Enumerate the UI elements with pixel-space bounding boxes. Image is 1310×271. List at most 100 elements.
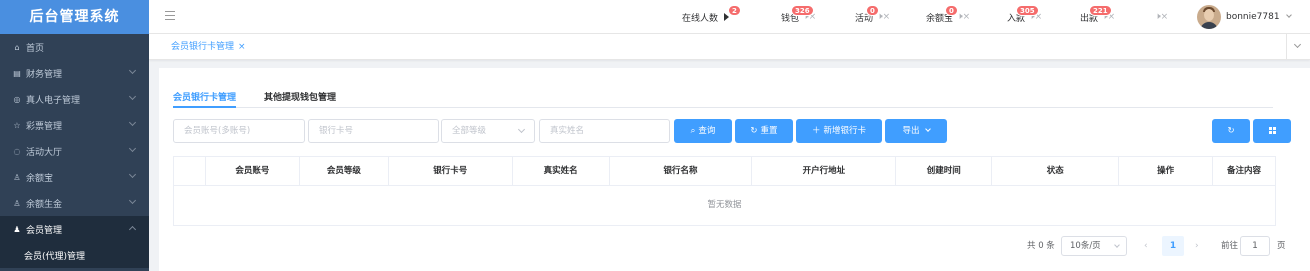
withdraw-notice[interactable]: 出款 🕨× 221: [1080, 0, 1115, 34]
prev-page-icon[interactable]: ‹: [1144, 236, 1148, 256]
refresh-icon: ↻: [750, 126, 758, 136]
page-size-select[interactable]: 10条/页: [1061, 236, 1127, 256]
username[interactable]: bonnie7781: [1226, 12, 1280, 22]
card-number-input[interactable]: 银行卡号: [308, 119, 439, 143]
real-name-input[interactable]: 真实姓名: [539, 119, 670, 143]
search-icon: ⌕: [690, 126, 696, 136]
page-size-value: 10条/页: [1070, 241, 1101, 251]
sidebar-item-yuebao[interactable]: ♙ 余额宝: [0, 164, 149, 190]
bank-card-table: 会员账号 会员等级 银行卡号 真实姓名 银行名称 开户行地址 创建时间 状态 操…: [173, 156, 1276, 226]
column-settings-button[interactable]: [1253, 119, 1291, 143]
goto-page-input[interactable]: 1: [1240, 236, 1270, 256]
sidebar-subitem-member-agent[interactable]: 会员(代理)管理: [0, 242, 149, 268]
column-header[interactable]: 备注内容: [1213, 157, 1275, 185]
notice-badge: 305: [1016, 5, 1039, 16]
select-column: [174, 157, 206, 185]
column-header[interactable]: 银行卡号: [389, 157, 513, 185]
top-navbar: 在线人数 2 钱包 🕨× 326 活动 🕨× 0 余额宝 🕨× 0 入款 🕨× …: [149, 0, 1310, 34]
activity-icon: ◌: [13, 146, 21, 156]
sidebar-item-label: 财务管理: [26, 69, 63, 80]
column-header[interactable]: 会员等级: [300, 157, 389, 185]
tags-view-bar: 会员银行卡管理 ×: [149, 34, 1310, 60]
sidebar-item-balance-gold[interactable]: ♙ 余额生金: [0, 190, 149, 216]
sidebar-item-label: 余额生金: [26, 199, 63, 210]
add-bank-card-button[interactable]: ＋新增银行卡: [796, 119, 882, 143]
sidebar-item-label: 余额宝: [26, 173, 54, 184]
pagination-total: 共 0 条: [1027, 241, 1055, 251]
reset-button[interactable]: ↻ 重置: [735, 119, 793, 143]
refresh-icon: ↻: [1227, 126, 1235, 136]
sidebar-item-activity[interactable]: ◌ 活动大厅: [0, 138, 149, 164]
sidebar-item-finance[interactable]: ▤ 财务管理: [0, 60, 149, 86]
notice-badge: 0: [945, 5, 958, 16]
sidebar-item-label: 活动大厅: [26, 147, 63, 158]
notice-badge: 221: [1089, 5, 1112, 16]
sidebar-item-label: 首页: [26, 43, 45, 54]
chevron-down-icon: [128, 170, 137, 179]
subtab-bank-card[interactable]: 会员银行卡管理: [173, 90, 237, 108]
activity-notice[interactable]: 活动 🕨× 0: [855, 0, 890, 34]
chevron-down-icon: [1114, 242, 1120, 248]
column-header[interactable]: 创建时间: [896, 157, 993, 185]
subtabs: 会员银行卡管理 其他提现钱包管理: [173, 90, 1273, 108]
column-header[interactable]: 操作: [1119, 157, 1214, 185]
column-header[interactable]: 会员账号: [206, 157, 300, 185]
speaker-mute-icon[interactable]: 🕨×: [1155, 12, 1168, 22]
play-icon[interactable]: [724, 13, 730, 21]
sidebar-item-label: 真人电子管理: [26, 95, 81, 106]
chevron-up-icon: [128, 225, 137, 234]
table-header: 会员账号 会员等级 银行卡号 真实姓名 银行名称 开户行地址 创建时间 状态 操…: [174, 157, 1275, 186]
chevron-down-icon[interactable]: [1286, 12, 1292, 18]
online-users-notice[interactable]: 在线人数 2: [682, 0, 741, 34]
sidebar-item-members[interactable]: ♟ 会员管理: [0, 216, 149, 242]
goto-label: 前往: [1221, 241, 1239, 251]
level-select-value: 全部等级: [452, 126, 487, 136]
chevron-down-icon: [128, 196, 137, 205]
member-icon: ♟: [13, 224, 21, 234]
finance-icon: ▤: [13, 68, 21, 78]
tab-label: 会员银行卡管理: [171, 42, 235, 52]
sound-toggle[interactable]: 🕨×: [1151, 0, 1168, 34]
grid-icon: [1268, 127, 1276, 134]
sidebar-item-lottery[interactable]: ☆ 彩票管理: [0, 112, 149, 138]
wallet-notice[interactable]: 钱包 🕨× 326: [781, 0, 816, 34]
empty-state-text: 暂无数据: [707, 200, 742, 210]
query-button[interactable]: ⌕ 查询: [674, 119, 732, 143]
hamburger-menu-icon[interactable]: [165, 11, 175, 21]
sidebar-item-label: 彩票管理: [26, 121, 63, 132]
level-select[interactable]: 全部等级: [441, 119, 535, 143]
home-icon: ⌂: [14, 42, 20, 52]
user-icon: ♙: [13, 198, 21, 208]
avatar[interactable]: [1197, 5, 1221, 29]
sidebar-item-live-casino[interactable]: ◎ 真人电子管理: [0, 86, 149, 112]
column-header[interactable]: 银行名称: [610, 157, 753, 185]
page-number-current[interactable]: 1: [1162, 236, 1184, 256]
column-header[interactable]: 真实姓名: [513, 157, 610, 185]
notice-badge: 0: [866, 5, 879, 16]
notice-badge: 2: [728, 5, 741, 16]
next-page-icon[interactable]: ›: [1195, 236, 1199, 256]
speaker-mute-icon[interactable]: 🕨×: [957, 12, 970, 22]
refresh-button[interactable]: ↻: [1212, 119, 1250, 143]
tab-member-bank-card[interactable]: 会员银行卡管理 ×: [171, 34, 246, 60]
close-icon[interactable]: ×: [238, 42, 246, 52]
main-panel: 会员银行卡管理 其他提现钱包管理 会员账号(多账号) 银行卡号 全部等级 真实姓…: [159, 68, 1310, 271]
subtab-other-wallet[interactable]: 其他提现钱包管理: [264, 90, 336, 108]
column-header[interactable]: 开户行地址: [752, 157, 897, 185]
chevron-down-icon: [1293, 40, 1302, 49]
sidebar-item-home[interactable]: ⌂ 首页: [0, 34, 149, 60]
chevron-down-icon: [924, 126, 931, 132]
sidebar: 后台管理系统 ⌂ 首页 ▤ 财务管理 ◎ 真人电子管理 ☆ 彩票管理 ◌ 活动大…: [0, 0, 149, 271]
deposit-notice[interactable]: 入款 🕨× 305: [1007, 0, 1042, 34]
account-input[interactable]: 会员账号(多账号): [173, 119, 305, 143]
chevron-down-icon: [128, 118, 137, 127]
speaker-mute-icon[interactable]: 🕨×: [877, 12, 890, 22]
column-header[interactable]: 状态: [992, 157, 1120, 185]
user-icon: ♙: [13, 172, 21, 182]
app-logo-title: 后台管理系统: [0, 0, 149, 34]
add-label: 新增银行卡: [823, 126, 867, 136]
tabs-dropdown[interactable]: [1286, 34, 1310, 60]
chevron-down-icon: [128, 92, 137, 101]
yuebao-notice[interactable]: 余额宝 🕨× 0: [926, 0, 970, 34]
export-button[interactable]: 导出: [885, 119, 947, 143]
